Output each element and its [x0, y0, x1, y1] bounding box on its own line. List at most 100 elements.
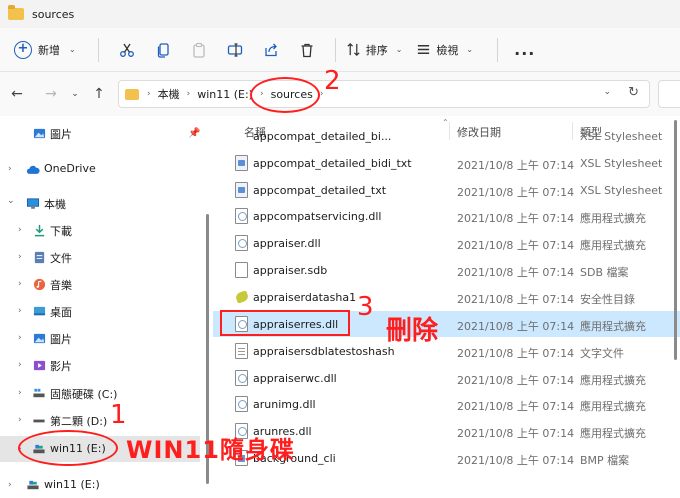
annotation-step1-text: WIN11隨身碟: [126, 436, 295, 464]
annotation-step1-number: 1: [110, 400, 127, 430]
document-icon: [32, 250, 46, 264]
file-name: appraisersdblatestoshash: [253, 345, 395, 358]
xsl-file-icon: [235, 182, 248, 198]
xsl-file-icon: [235, 155, 248, 171]
recent-locations-button[interactable]: ⌄: [68, 81, 82, 107]
chevron-down-icon: ⌄: [466, 45, 474, 54]
cut-button[interactable]: [112, 35, 142, 65]
file-type: 應用程式擴充: [580, 427, 646, 440]
address-dropdown-icon[interactable]: ⌄: [603, 87, 611, 97]
sidebar-item-desktop[interactable]: › 桌面: [0, 298, 200, 324]
table-row[interactable]: appraiser.sdb 2021/10/8 上午 07:14 SDB 檔案: [213, 257, 680, 283]
more-options-button[interactable]: ...: [514, 40, 535, 59]
table-row[interactable]: appcompatservicing.dll 2021/10/8 上午 07:1…: [213, 203, 680, 229]
sidebar-item-label: win11 (E:): [44, 478, 100, 491]
file-name: appcompat_detailed_bi...: [253, 130, 392, 143]
chevron-down-icon: ⌄: [69, 45, 76, 54]
file-type: XSL Stylesheet: [580, 157, 663, 170]
drive-icon: [32, 413, 46, 427]
dll-file-icon: [235, 208, 248, 224]
rename-button[interactable]: [220, 35, 250, 65]
annotation-step2-number: 2: [324, 66, 341, 96]
chevron-right-icon: ›: [8, 164, 12, 174]
file-date: 2021/10/8 上午 07:14: [457, 427, 575, 440]
sidebar-item-drive-c[interactable]: › 固態硬碟 (C:): [0, 380, 200, 406]
rename-icon: [227, 42, 242, 57]
share-icon: [265, 43, 277, 56]
table-row[interactable]: appcompat_detailed_bidi_txt 2021/10/8 上午…: [213, 150, 680, 176]
sidebar-item-label: 圖片: [50, 128, 72, 141]
file-type: 應用程式擴充: [580, 239, 646, 252]
table-row-partial[interactable]: appcompat_detailed_bi... XSL Stylesheet: [213, 130, 680, 144]
delete-button[interactable]: [292, 35, 322, 65]
file-name: arunimg.dll: [253, 398, 316, 411]
table-row[interactable]: arunimg.dll 2021/10/8 上午 07:14 應用程式擴充: [213, 391, 680, 417]
chevron-right-icon: ›: [319, 89, 324, 99]
sidebar-item-label: 桌面: [50, 306, 72, 319]
annotation-step3-number: 3: [357, 292, 374, 322]
chevron-down-icon: ⌄: [395, 45, 403, 54]
folder-icon: [125, 88, 139, 100]
table-row[interactable]: appraisersdblatestoshash 2021/10/8 上午 07…: [213, 338, 680, 364]
chevron-right-icon: ›: [18, 333, 22, 343]
sidebar-item-pictures-quick[interactable]: 圖片 📌: [0, 120, 200, 146]
sidebar-item-label: 固態硬碟 (C:): [50, 388, 118, 401]
sidebar-item-onedrive[interactable]: › OneDrive: [0, 156, 200, 182]
back-button[interactable]: ←: [4, 81, 30, 107]
sidebar-item-downloads[interactable]: › 下載: [0, 217, 200, 243]
file-type: 應用程式擴充: [580, 212, 646, 225]
file-list-scrollbar[interactable]: [674, 120, 677, 360]
refresh-icon[interactable]: ↻: [628, 85, 639, 100]
chevron-right-icon: ›: [18, 279, 22, 289]
toolbar-divider: [334, 37, 336, 62]
file-date: 2021/10/8 上午 07:14: [457, 320, 575, 333]
dll-file-icon: [235, 235, 248, 251]
sidebar-item-pictures[interactable]: › 圖片: [0, 325, 200, 351]
chevron-right-icon: ›: [18, 388, 22, 398]
table-row[interactable]: appraiser.dll 2021/10/8 上午 07:14 應用程式擴充: [213, 230, 680, 256]
sidebar-item-label: 文件: [50, 252, 72, 265]
address-bar[interactable]: › 本機 › win11 (E:) › sources › ⌄ ↻: [118, 80, 650, 108]
file-date: 2021/10/8 上午 07:14: [457, 266, 575, 279]
dll-file-icon: [235, 370, 248, 386]
file-date: 2021/10/8 上午 07:14: [457, 212, 575, 225]
sidebar-item-label: 影片: [50, 360, 72, 373]
view-button[interactable]: 檢視 ⌄: [416, 42, 473, 58]
file-date: 2021/10/8 上午 07:14: [457, 186, 575, 199]
sidebar-item-this-pc[interactable]: ⌄ 本機: [0, 190, 200, 216]
file-date: 2021/10/8 上午 07:14: [457, 400, 575, 413]
sidebar-item-videos[interactable]: › 影片: [0, 352, 200, 378]
table-row[interactable]: appraiserwc.dll 2021/10/8 上午 07:14 應用程式擴…: [213, 365, 680, 391]
breadcrumb-item[interactable]: 本機: [158, 86, 180, 102]
table-row[interactable]: appcompat_detailed_txt 2021/10/8 上午 07:1…: [213, 177, 680, 203]
chevron-right-icon: ›: [18, 252, 22, 262]
share-button[interactable]: [256, 35, 286, 65]
up-button[interactable]: ↑: [86, 81, 112, 107]
file-date: 2021/10/8 上午 07:14: [457, 293, 575, 306]
sort-button[interactable]: 排序 ⌄: [346, 42, 403, 58]
sidebar-item-label: 下載: [50, 225, 72, 238]
search-box[interactable]: [658, 80, 680, 108]
chevron-right-icon: ›: [147, 89, 151, 99]
arrow-right-icon: →: [45, 86, 57, 102]
file-name: appcompat_detailed_txt: [253, 184, 387, 197]
file-type: 應用程式擴充: [580, 374, 646, 387]
sidebar-item-label: 本機: [44, 198, 66, 211]
breadcrumb-item[interactable]: win11 (E:): [197, 88, 253, 101]
sidebar-item-documents[interactable]: › 文件: [0, 244, 200, 270]
paste-button[interactable]: [184, 35, 214, 65]
table-row[interactable]: appraiserdatasha1 2021/10/8 上午 07:14 安全性…: [213, 284, 680, 310]
folder-icon: [8, 5, 24, 20]
video-icon: [32, 358, 46, 372]
forward-button[interactable]: →: [38, 81, 64, 107]
pictures-icon: [32, 126, 46, 140]
sidebar-item-drive-e[interactable]: › win11 (E:): [0, 472, 200, 498]
sidebar-item-music[interactable]: › 音樂: [0, 271, 200, 297]
annotation-step3-text: 刪除: [386, 316, 439, 346]
copy-button[interactable]: [148, 35, 178, 65]
new-button[interactable]: + 新增 ⌄: [14, 40, 76, 59]
chevron-down-icon: ⌄: [71, 89, 79, 99]
cloud-icon: [26, 162, 40, 176]
chevron-right-icon: ›: [18, 415, 22, 425]
file-name: appraiser.sdb: [253, 264, 328, 277]
